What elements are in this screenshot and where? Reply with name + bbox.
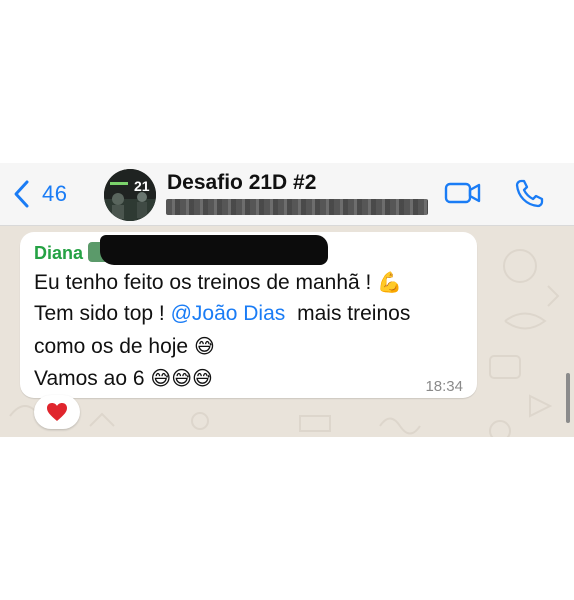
message-text: Vamos ao 6 [34, 367, 145, 390]
sweat-smile-emojis: 😅😅😅 [150, 366, 213, 390]
sender-name[interactable]: Diana [34, 243, 83, 264]
phone-call-icon[interactable] [512, 177, 546, 211]
message-line-2: Tem sido top ! @João Dias mais treinos [34, 302, 410, 326]
whatsapp-chat-screen: 46 21 Desafio 21D #2 Diana Eu tenho feit… [0, 163, 574, 437]
redacted-participants [166, 199, 428, 215]
message-line-3: como os de hoje 😅 [34, 334, 215, 359]
mention-link[interactable]: @João Dias [171, 302, 286, 325]
flexed-biceps-emoji: 💪 [377, 270, 403, 294]
group-name[interactable]: Desafio 21D #2 [167, 171, 316, 195]
chat-header: 46 21 Desafio 21D #2 [0, 163, 574, 226]
back-button[interactable]: 46 [12, 177, 67, 211]
unread-count: 46 [42, 181, 68, 206]
group-avatar[interactable]: 21 [104, 169, 156, 221]
reaction-pill[interactable] [34, 395, 80, 429]
message-text: mais treinos [297, 302, 411, 325]
message-line-1: Eu tenho feito os treinos de manhã ! 💪 [34, 270, 402, 295]
message-text: como os de hoje [34, 335, 189, 358]
redacted-phone-number [100, 235, 328, 265]
chevron-left-icon [14, 180, 29, 208]
heart-icon [47, 403, 67, 421]
sweat-smile-emoji: 😅 [193, 334, 215, 358]
message-bubble[interactable]: Diana Eu tenho feito os treinos de manhã… [20, 232, 477, 398]
chat-area[interactable]: Diana Eu tenho feito os treinos de manhã… [0, 226, 574, 437]
message-line-4: Vamos ao 6 😅😅😅 [34, 366, 213, 391]
video-call-icon[interactable] [444, 178, 482, 208]
message-text: Eu tenho feito os treinos de manhã ! [34, 271, 372, 294]
group-photo-icon: 21 [104, 169, 156, 221]
message-timestamp: 18:34 [425, 378, 463, 395]
svg-text:21: 21 [134, 178, 150, 194]
scrollbar[interactable] [566, 373, 570, 423]
message-text: Tem sido top ! [34, 302, 165, 325]
